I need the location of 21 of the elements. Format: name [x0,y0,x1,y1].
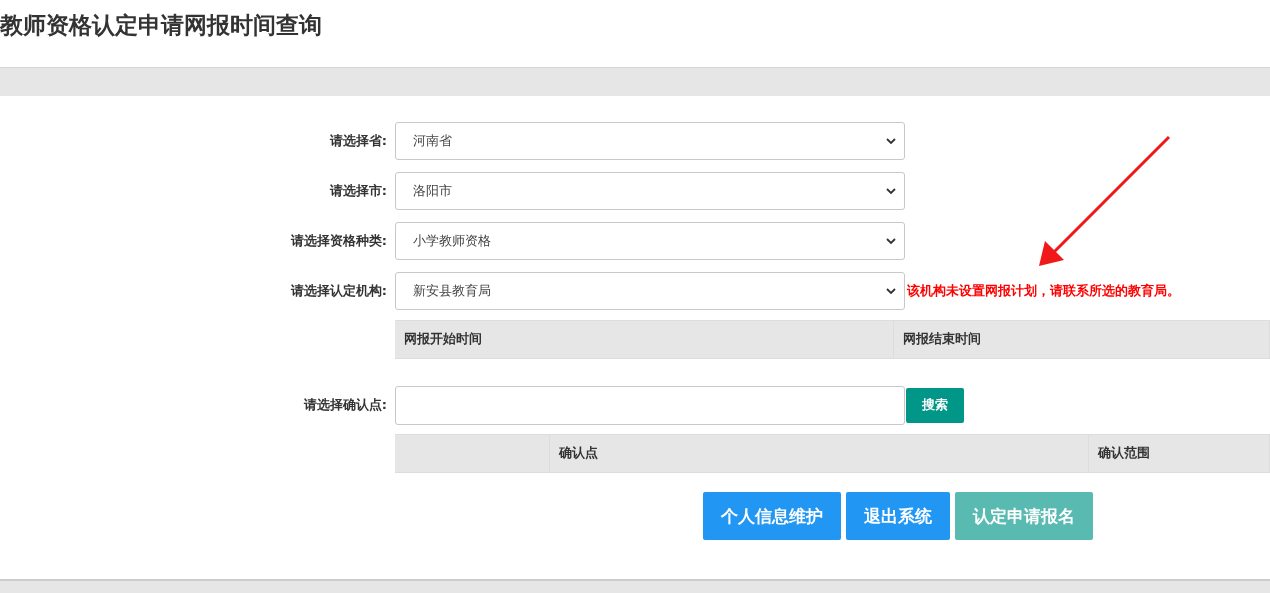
chevron-icon [886,287,896,295]
input-field[interactable] [395,385,905,425]
chevron-icon [886,187,896,195]
field-label: 请选择省: [328,132,388,150]
field-label: 请选择资格种类: [289,232,388,250]
column-header: 网报结束时间 [894,320,1270,358]
dropdown-field[interactable]: 新安县教育局 [395,272,905,310]
dropdown-field[interactable]: 洛阳市 [395,172,905,210]
error-message: 该机构未设置网报计划，请联系所选的教育局。 [907,282,1180,300]
column-header: 网报开始时间 [395,320,894,358]
field-label: 请选择认定机构: [289,282,388,300]
chevron-icon [886,237,896,245]
column-header: 确认点 [550,434,1089,472]
dropdown-field[interactable]: 小学教师资格 [395,222,905,260]
page-title: 教师资格认定申请网报时间查询 [0,11,323,40]
column-header: 确认范围 [1089,434,1270,472]
chevron-icon [886,137,896,145]
field-label: 请选择市: [328,182,388,200]
search-button[interactable]: 搜索 [906,387,964,423]
dropdown-field[interactable]: 河南省 [395,122,905,160]
field-label: 请选择确认点: [302,396,388,414]
